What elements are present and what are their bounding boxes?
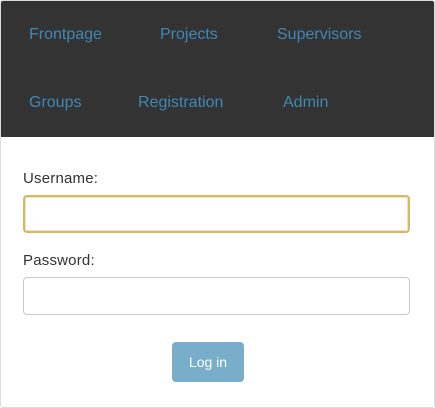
password-label: Password:	[23, 252, 95, 269]
login-button[interactable]: Log in	[172, 342, 244, 382]
nav-link-registration[interactable]: Registration	[138, 93, 223, 113]
username-input[interactable]	[23, 195, 410, 233]
nav-link-admin[interactable]: Admin	[283, 93, 328, 113]
login-form: Username: Password: Log in	[1, 137, 434, 407]
nav-link-projects[interactable]: Projects	[160, 25, 218, 45]
password-input[interactable]	[23, 277, 410, 315]
username-label: Username:	[23, 170, 99, 187]
nav-link-groups[interactable]: Groups	[29, 93, 81, 113]
nav-link-frontpage[interactable]: Frontpage	[29, 25, 102, 45]
top-navbar: Frontpage Projects Supervisors Groups Re…	[1, 1, 434, 137]
page-frame: Frontpage Projects Supervisors Groups Re…	[0, 0, 435, 408]
nav-link-supervisors[interactable]: Supervisors	[277, 25, 361, 45]
